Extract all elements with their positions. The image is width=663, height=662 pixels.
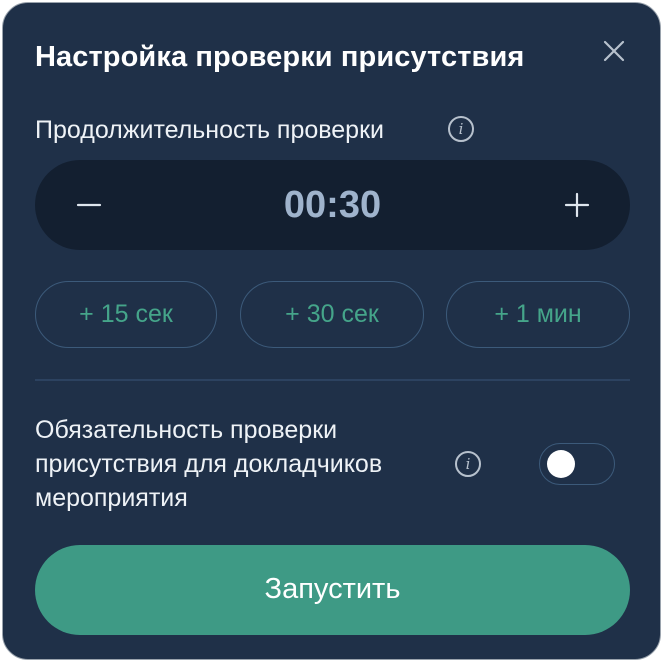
- toggle-knob: [547, 450, 575, 478]
- duration-label: Продолжительность проверки: [35, 116, 384, 144]
- preset-15-sec-button[interactable]: + 15 сек: [35, 281, 217, 348]
- preset-30-sec-button[interactable]: + 30 сек: [240, 281, 424, 348]
- info-icon[interactable]: i: [455, 451, 481, 477]
- divider: [35, 379, 630, 381]
- duration-stepper: 00:30: [35, 160, 630, 250]
- presence-check-dialog: Настройка проверки присутствия Продолжит…: [2, 2, 661, 660]
- preset-1-min-button[interactable]: + 1 мин: [446, 281, 630, 348]
- duration-value: 00:30: [283, 184, 382, 226]
- speaker-required-label: Обязательность проверки присутствия для …: [35, 416, 383, 512]
- speaker-required-toggle[interactable]: [539, 443, 615, 485]
- start-button[interactable]: Запустить: [35, 545, 630, 635]
- dialog-title: Настройка проверки присутствия: [35, 41, 525, 73]
- close-icon[interactable]: [601, 38, 627, 64]
- info-icon[interactable]: i: [448, 116, 474, 142]
- plus-icon[interactable]: [557, 185, 597, 225]
